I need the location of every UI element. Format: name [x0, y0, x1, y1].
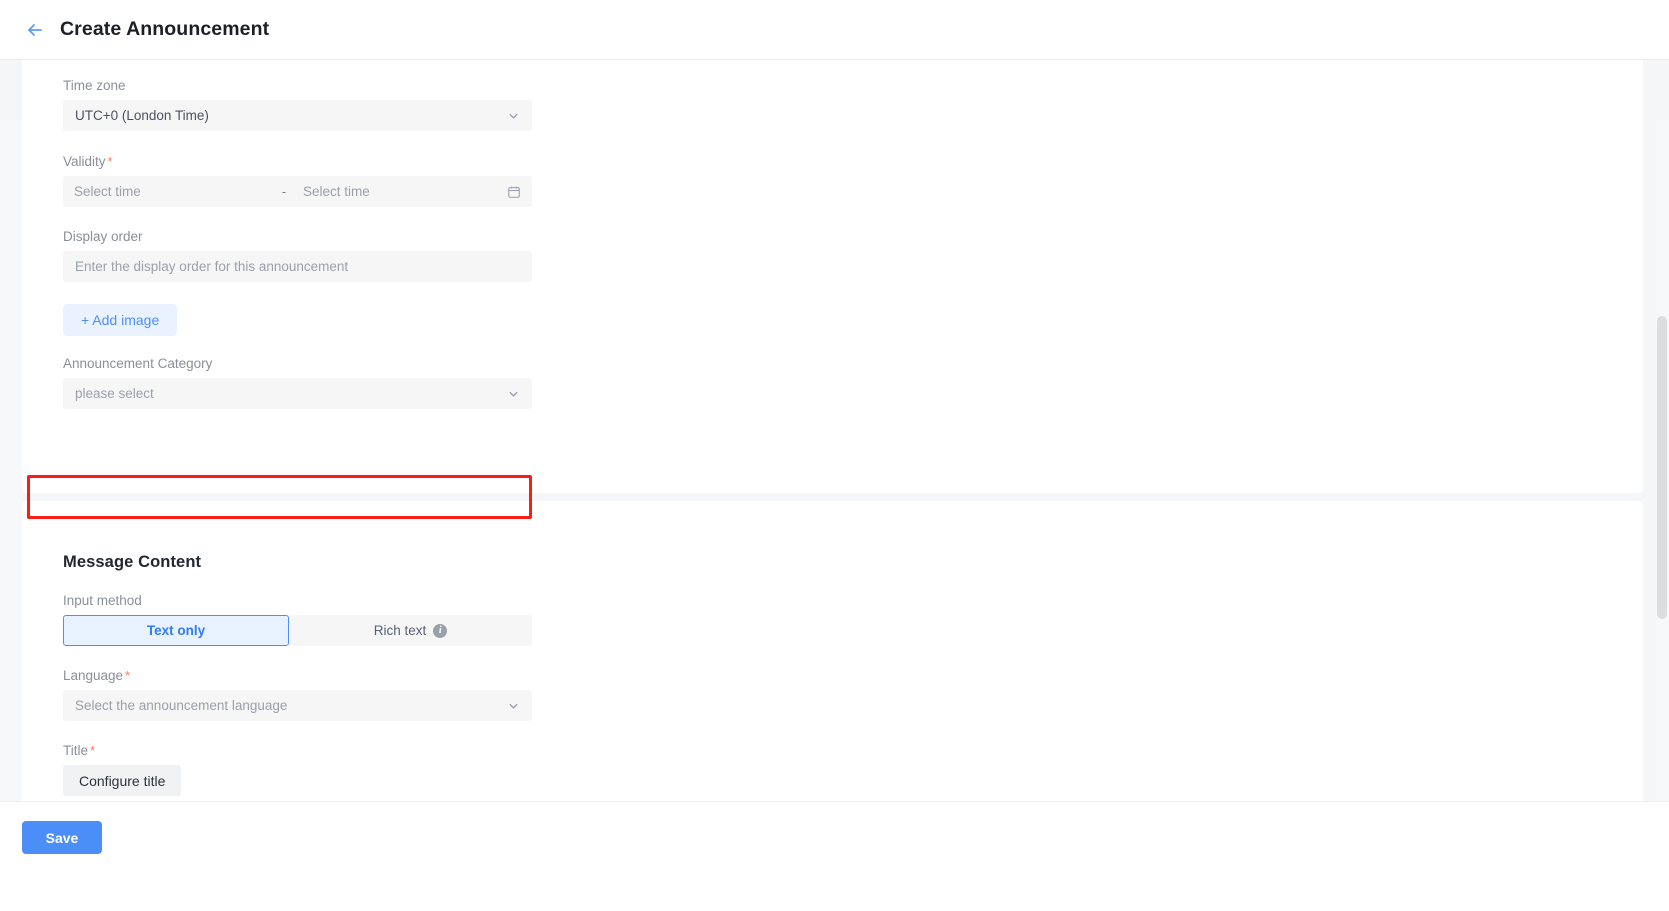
text-only-label: Text only [146, 623, 206, 638]
left-gutter [0, 120, 22, 801]
language-value: Select the announcement language [75, 698, 288, 713]
add-image-button[interactable]: + Add image [63, 304, 178, 336]
language-field: Language * Select the announcement langua… [63, 668, 532, 721]
language-label-text: Language [63, 668, 124, 683]
chevron-down-icon [507, 109, 520, 122]
input-method-option-rich-text[interactable]: Rich text i [289, 615, 532, 646]
chevron-down-icon [507, 387, 520, 400]
chevron-down-icon [507, 699, 520, 712]
page-title: Create Announcement [60, 18, 270, 40]
title-label: Title * [63, 743, 532, 758]
validity-start-input[interactable]: Select time [63, 184, 276, 199]
page-header: Create Announcement [0, 0, 1669, 60]
display-order-input[interactable]: Enter the display order for this announc… [63, 251, 532, 282]
page-footer: Save [0, 801, 1669, 911]
input-method-option-text-only[interactable]: Text only [63, 615, 289, 646]
validity-label-text: Validity [63, 154, 106, 169]
announcement-category-field: Announcement Category please select [63, 356, 532, 409]
range-separator: - [281, 183, 287, 199]
info-icon[interactable]: i [433, 623, 448, 638]
timezone-select[interactable]: UTC+0 (London Time) [63, 100, 532, 131]
message-content-card: Message Content Input method Text only R… [22, 501, 1643, 801]
input-method-segmented-control: Text only Rich text i [63, 615, 532, 646]
arrow-left-icon[interactable] [22, 17, 48, 43]
timezone-field: Time zone UTC+0 (London Time) [63, 78, 532, 131]
schedule-card: Time zone UTC+0 (London Time) Validity * … [22, 60, 1643, 493]
form-scroll-area: Time zone UTC+0 (London Time) Validity * … [0, 60, 1669, 801]
announcement-category-value: please select [75, 386, 154, 401]
required-asterisk: * [107, 154, 113, 169]
validity-label: Validity * [63, 154, 532, 169]
create-announcement-page: Create Announcement Time zone UTC+0 (Lon… [0, 0, 1669, 911]
rich-text-label: Rich text [373, 623, 427, 638]
vertical-scrollbar-thumb[interactable] [1657, 316, 1667, 619]
timezone-label: Time zone [63, 78, 126, 93]
validity-range-picker[interactable]: Select time - Select time [63, 176, 532, 207]
message-content-heading: Message Content [63, 553, 202, 571]
timezone-value: UTC+0 (London Time) [75, 108, 209, 123]
calendar-icon[interactable] [507, 185, 521, 199]
required-asterisk: * [125, 668, 131, 683]
validity-field: Validity * Select time - Select time [63, 154, 532, 207]
language-select[interactable]: Select the announcement language [63, 690, 532, 721]
display-order-label: Display order [63, 229, 143, 244]
title-label-text: Title [63, 743, 89, 758]
vertical-scrollbar-track[interactable] [1655, 120, 1669, 801]
validity-end-input[interactable]: Select time [292, 184, 370, 199]
input-method-field: Input method Text only Rich text i [63, 593, 532, 646]
announcement-category-label: Announcement Category [63, 356, 213, 371]
language-label: Language * [63, 668, 532, 683]
input-method-label: Input method [63, 593, 142, 608]
configure-title-button[interactable]: Configure title [63, 765, 182, 796]
announcement-category-select[interactable]: please select [63, 378, 532, 409]
display-order-field: Display order Enter the display order fo… [63, 229, 532, 282]
save-button[interactable]: Save [22, 821, 102, 854]
title-field: Title* Configure title Enter a descripti… [63, 743, 532, 801]
required-asterisk: * [90, 743, 96, 758]
